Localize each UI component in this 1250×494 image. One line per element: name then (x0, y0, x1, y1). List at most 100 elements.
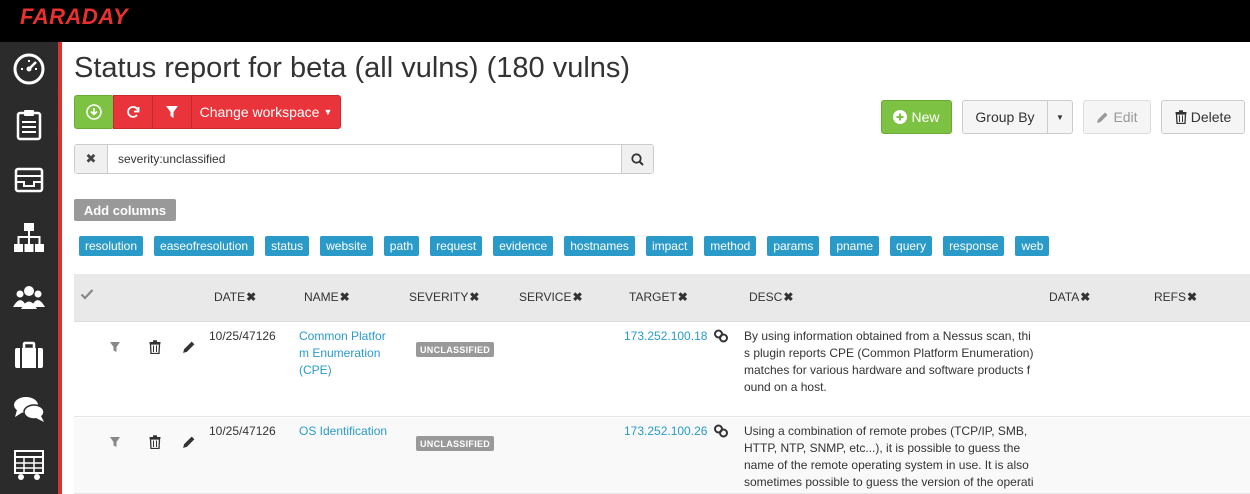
pencil-icon[interactable] (182, 435, 196, 449)
link-chain-icon[interactable] (713, 329, 729, 343)
select-all-check-icon[interactable] (80, 287, 94, 301)
column-tag[interactable]: resolution (79, 236, 144, 256)
download-icon (86, 104, 102, 120)
column-tag[interactable]: impact (645, 236, 694, 256)
clear-search-button[interactable]: ✖ (75, 145, 108, 173)
column-header-label: TARGET (629, 290, 677, 304)
target-ip: 173.252.100.26 (624, 424, 708, 438)
briefcase-icon[interactable] (10, 336, 48, 374)
remove-column-icon[interactable]: ✖ (340, 290, 350, 304)
cell-date: 10/25/47126 (209, 424, 276, 438)
new-button[interactable]: New (881, 100, 952, 134)
comments-icon[interactable] (10, 390, 48, 428)
column-header-label: NAME (304, 290, 339, 304)
download-button[interactable] (74, 95, 114, 129)
column-header-name[interactable]: NAME✖ (304, 290, 350, 304)
trash-icon[interactable] (148, 435, 162, 449)
inbox-icon[interactable] (10, 160, 48, 198)
column-header-data[interactable]: DATA✖ (1049, 290, 1090, 304)
change-workspace-label: Change workspace (199, 104, 320, 120)
remove-column-icon[interactable]: ✖ (572, 290, 582, 304)
column-header-desc[interactable]: DESC✖ (749, 290, 793, 304)
new-label: New (911, 109, 940, 125)
column-header-service[interactable]: SERVICE✖ (519, 290, 583, 304)
search-input[interactable] (109, 145, 621, 173)
severity-badge: UNCLASSIFIED (416, 436, 495, 451)
severity-badge: UNCLASSIFIED (416, 342, 495, 357)
trash-icon (1175, 110, 1187, 124)
column-header-label: SEVERITY (409, 290, 469, 304)
column-tag[interactable]: evidence (493, 236, 554, 256)
table-row[interactable]: 10/25/47126 OS Identification UNCLASSIFI… (74, 418, 1250, 494)
column-tag[interactable]: path (383, 236, 420, 256)
caret-down-icon: ▼ (1056, 112, 1064, 122)
pencil-icon (1097, 112, 1108, 123)
column-header-date[interactable]: DATE✖ (214, 290, 256, 304)
refresh-icon (127, 106, 140, 118)
caret-down-icon: ▼ (323, 107, 333, 117)
change-workspace-dropdown[interactable]: Change workspace ▼ (191, 95, 341, 129)
remove-column-icon[interactable]: ✖ (469, 290, 479, 304)
filter-button[interactable] (152, 95, 192, 129)
pencil-icon[interactable] (182, 340, 196, 354)
column-tag[interactable]: web (1015, 236, 1050, 256)
search-icon (631, 152, 644, 166)
column-tags: resolution easeofresolution status websi… (79, 236, 1060, 256)
clipboard-icon[interactable] (10, 105, 48, 143)
table-cart-icon[interactable] (10, 446, 48, 484)
remove-column-icon[interactable]: ✖ (783, 290, 793, 304)
column-tag[interactable]: request (430, 236, 483, 256)
column-tag[interactable]: pname (830, 236, 880, 256)
delete-button[interactable]: Delete (1161, 100, 1245, 134)
dashboard-gauge-icon[interactable] (10, 50, 48, 88)
delete-label: Delete (1190, 109, 1232, 125)
column-tag[interactable]: status (265, 236, 310, 256)
remove-column-icon[interactable]: ✖ (1187, 290, 1197, 304)
page-title: Status report for beta (all vulns) (180 … (74, 52, 631, 84)
column-tag[interactable]: query (890, 236, 933, 256)
faraday-logo[interactable]: FARADAY (20, 4, 128, 30)
filter-icon[interactable] (108, 435, 122, 449)
column-header-label: DESC (749, 290, 783, 304)
group-by-caret-button[interactable]: ▼ (1047, 100, 1073, 134)
cell-name-link[interactable]: Common Platform Enumeration (CPE) (299, 328, 395, 379)
column-header-label: DATA (1049, 290, 1080, 304)
cell-desc: Using a combination of remote probes (TC… (744, 424, 1034, 489)
table-row[interactable]: 10/25/47126 Common Platform Enumeration … (74, 322, 1250, 417)
column-tag[interactable]: website (320, 236, 373, 256)
column-header-label: DATE (214, 290, 246, 304)
target-ip: 173.252.100.18 (624, 329, 708, 343)
column-header-refs[interactable]: REFS✖ (1154, 290, 1197, 304)
column-tag[interactable]: method (704, 236, 757, 256)
sitemap-icon[interactable] (10, 218, 48, 256)
column-header-severity[interactable]: SEVERITY✖ (409, 290, 479, 304)
close-icon: ✖ (85, 151, 97, 166)
column-header-label: REFS (1154, 290, 1187, 304)
column-header-target[interactable]: TARGET✖ (629, 290, 688, 304)
cell-name-link[interactable]: OS Identification (299, 423, 409, 440)
filter-icon[interactable] (108, 340, 122, 354)
users-icon[interactable] (10, 278, 48, 316)
search-bar: ✖ (74, 144, 654, 174)
column-header-label: SERVICE (519, 290, 572, 304)
link-chain-icon[interactable] (713, 424, 729, 438)
table-header: DATE✖ NAME✖ SEVERITY✖ SERVICE✖ TARGET✖ D… (74, 274, 1250, 322)
remove-column-icon[interactable]: ✖ (1080, 290, 1090, 304)
search-button[interactable] (621, 145, 653, 173)
sidebar (0, 42, 58, 494)
add-columns-button[interactable]: Add columns (74, 199, 176, 221)
column-tag[interactable]: response (943, 236, 1005, 256)
column-tag[interactable]: easeofresolution (154, 236, 255, 256)
trash-icon[interactable] (148, 340, 162, 354)
edit-button[interactable]: Edit (1083, 100, 1151, 134)
top-bar: FARADAY (0, 0, 1250, 42)
column-tag[interactable]: hostnames (564, 236, 635, 256)
remove-column-icon[interactable]: ✖ (678, 290, 688, 304)
cell-date: 10/25/47126 (209, 329, 276, 343)
remove-column-icon[interactable]: ✖ (246, 290, 256, 304)
cell-target-link[interactable]: 173.252.100.18 (624, 328, 729, 345)
group-by-button[interactable]: Group By (962, 100, 1048, 134)
refresh-button[interactable] (113, 95, 153, 129)
column-tag[interactable]: params (767, 236, 820, 256)
cell-target-link[interactable]: 173.252.100.26 (624, 423, 729, 440)
